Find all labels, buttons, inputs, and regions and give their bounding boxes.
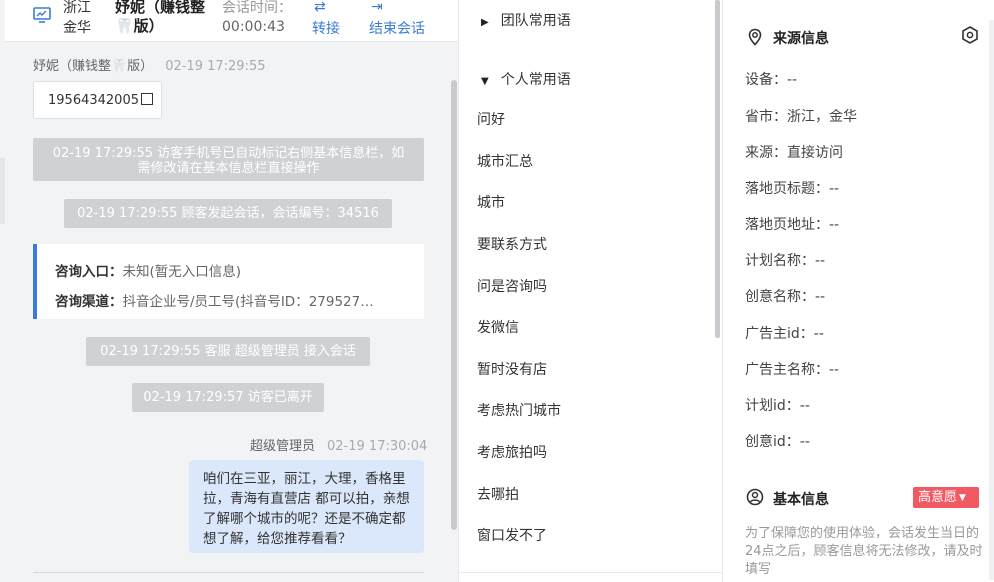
intent-tag-label: 高意愿 [918, 490, 958, 505]
end-session-button[interactable]: ⇥ 结束会话 [369, 0, 425, 38]
system-message: 02-19 17:29:55 访客手机号已自动标记右侧基本信息栏，如需修改请在基… [33, 138, 424, 181]
phrase-item[interactable]: 考虑旅拍吗 [477, 442, 547, 462]
agent-message-meta: 超级管理员 02-19 17:30:04 [250, 435, 427, 454]
phone-number: 19564342005 [48, 93, 139, 108]
agent-message-bubble: 咱们在三亚，丽江，大理，香格里拉，青海有直营店 都可以拍，亲想了解哪个城市的呢？… [189, 460, 424, 553]
phrase-item[interactable]: 问好 [477, 109, 505, 129]
intent-tag-dropdown[interactable]: 高意愿 ▼ [913, 487, 979, 508]
system-message: 02-19 17:29:55 客服 超级管理员 接入会话 [86, 337, 370, 366]
visitor-location: 浙江金华 [63, 0, 91, 36]
source-field: 创意id：-- [745, 434, 810, 450]
team-phrases-group[interactable]: ▶ 团队常用语 [481, 10, 571, 30]
chat-header: 浙江金华 妤妮（赚钱整🦷版） 会话时间： 00:00:43 ⇄ 转接 ⇥ 结束会… [5, 0, 458, 42]
transfer-icon: ⇄ [314, 0, 326, 15]
visitor-message-meta: 妤妮（赚钱整🦷版） 02-19 17:29:55 [33, 55, 265, 74]
consult-info-card: 咨询入口：未知(暂无入口信息) 咨询渠道：抖音企业号/员工号(抖音号ID：279… [33, 244, 424, 319]
source-field: 广告主id：-- [745, 326, 824, 342]
source-field: 来源：直接访问 [745, 145, 843, 161]
copy-icon[interactable] [140, 93, 153, 105]
source-field: 设备：-- [745, 72, 798, 88]
consult-entry-value: 未知(暂无入口信息) [122, 264, 242, 280]
chat-panel: 浙江金华 妤妮（赚钱整🦷版） 会话时间： 00:00:43 ⇄ 转接 ⇥ 结束会… [0, 0, 458, 582]
phrases-panel: ▶ 团队常用语 ▼ 个人常用语 问好 城市汇总 城市 要联系方式 问是咨询吗 发微信… [458, 0, 723, 582]
personal-phrases-group[interactable]: ▼ 个人常用语 [481, 69, 571, 89]
session-time-value: 00:00:43 [222, 19, 285, 35]
source-info-title: 来源信息 [773, 31, 829, 47]
transfer-label: 转接 [312, 21, 340, 37]
transfer-button[interactable]: ⇄ 转接 [312, 0, 340, 38]
user-circle-icon [746, 488, 764, 506]
source-field: 广告主名称：-- [745, 362, 840, 378]
system-message: 02-19 17:29:55 顾客发起会话，会话编号：34516 [64, 199, 392, 228]
basic-info-notice: 为了保障您的使用体验，会话发生当日的24点之后，顾客信息将无法修改，请及时填写 [745, 526, 983, 577]
settings-hex-icon[interactable] [960, 25, 980, 45]
caret-down-icon: ▼ [481, 76, 489, 87]
system-message: 02-19 17:29:57 访客已离开 [132, 383, 324, 412]
phrase-item[interactable]: 考虑热门城市 [477, 400, 561, 420]
location-pin-icon [748, 28, 762, 46]
agent-meta-time: 02-19 17:30:04 [327, 439, 428, 454]
phone-message[interactable]: 19564342005 [33, 81, 162, 119]
app-root: 浙江金华 妤妮（赚钱整🦷版） 会话时间： 00:00:43 ⇄ 转接 ⇥ 结束会… [0, 0, 994, 582]
source-field: 计划名称：-- [745, 253, 826, 269]
end-session-label: 结束会话 [369, 21, 425, 37]
consult-channel-row: 咨询渠道：抖音企业号/员工号(抖音号ID：279527… [55, 287, 424, 317]
visitor-meta-time: 02-19 17:29:55 [165, 59, 266, 74]
visitor-name: 妤妮（赚钱整🦷版） [115, 0, 206, 35]
source-field: 创意名称：-- [745, 289, 826, 305]
source-field: 计划id：-- [745, 398, 810, 414]
caret-down-icon: ▼ [959, 493, 966, 503]
caret-right-icon: ▶ [481, 17, 489, 28]
phrase-item[interactable]: 城市汇总 [477, 151, 533, 171]
info-scrollbar-track[interactable] [989, 20, 994, 580]
left-divider [0, 158, 5, 224]
phrases-bottom-edge [459, 572, 723, 582]
visitor-meta-name: 妤妮（赚钱整🦷版） [33, 59, 154, 74]
consult-channel-label: 咨询渠道： [55, 294, 123, 310]
session-time-label: 会话时间： [222, 0, 292, 16]
phrase-item[interactable]: 城市 [477, 192, 505, 212]
source-field: 落地页地址：-- [745, 217, 840, 233]
source-field: 落地页标题：-- [745, 181, 840, 197]
phrase-item[interactable]: 去哪拍 [477, 484, 519, 504]
source-field: 省市：浙江，金华 [745, 109, 857, 125]
agent-meta-name: 超级管理员 [250, 439, 316, 454]
basic-info-title: 基本信息 [773, 492, 829, 508]
chat-input-edge [33, 572, 424, 582]
phrases-scrollbar[interactable] [715, 0, 720, 338]
phrase-item[interactable]: 发微信 [477, 317, 519, 337]
consult-entry-label: 咨询入口： [55, 264, 123, 280]
personal-phrases-label: 个人常用语 [500, 72, 571, 88]
phrase-item[interactable]: 暂时没有店 [477, 359, 547, 379]
phrase-item[interactable]: 窗口发不了 [477, 525, 547, 545]
consult-entry-row: 咨询入口：未知(暂无入口信息) [55, 257, 424, 287]
team-phrases-label: 团队常用语 [500, 13, 571, 29]
phrase-item[interactable]: 要联系方式 [477, 234, 547, 254]
chat-scrollbar[interactable] [451, 80, 457, 530]
visitor-info-panel: 来源信息 设备：-- 省市：浙江，金华 来源：直接访问 落地页标题：-- 落地页… [722, 0, 994, 582]
consult-channel-value: 抖音企业号/员工号(抖音号ID：279527… [122, 294, 374, 310]
exit-icon: ⇥ [371, 0, 383, 15]
phrase-item[interactable]: 问是咨询吗 [477, 276, 547, 296]
monitor-icon [33, 7, 51, 23]
